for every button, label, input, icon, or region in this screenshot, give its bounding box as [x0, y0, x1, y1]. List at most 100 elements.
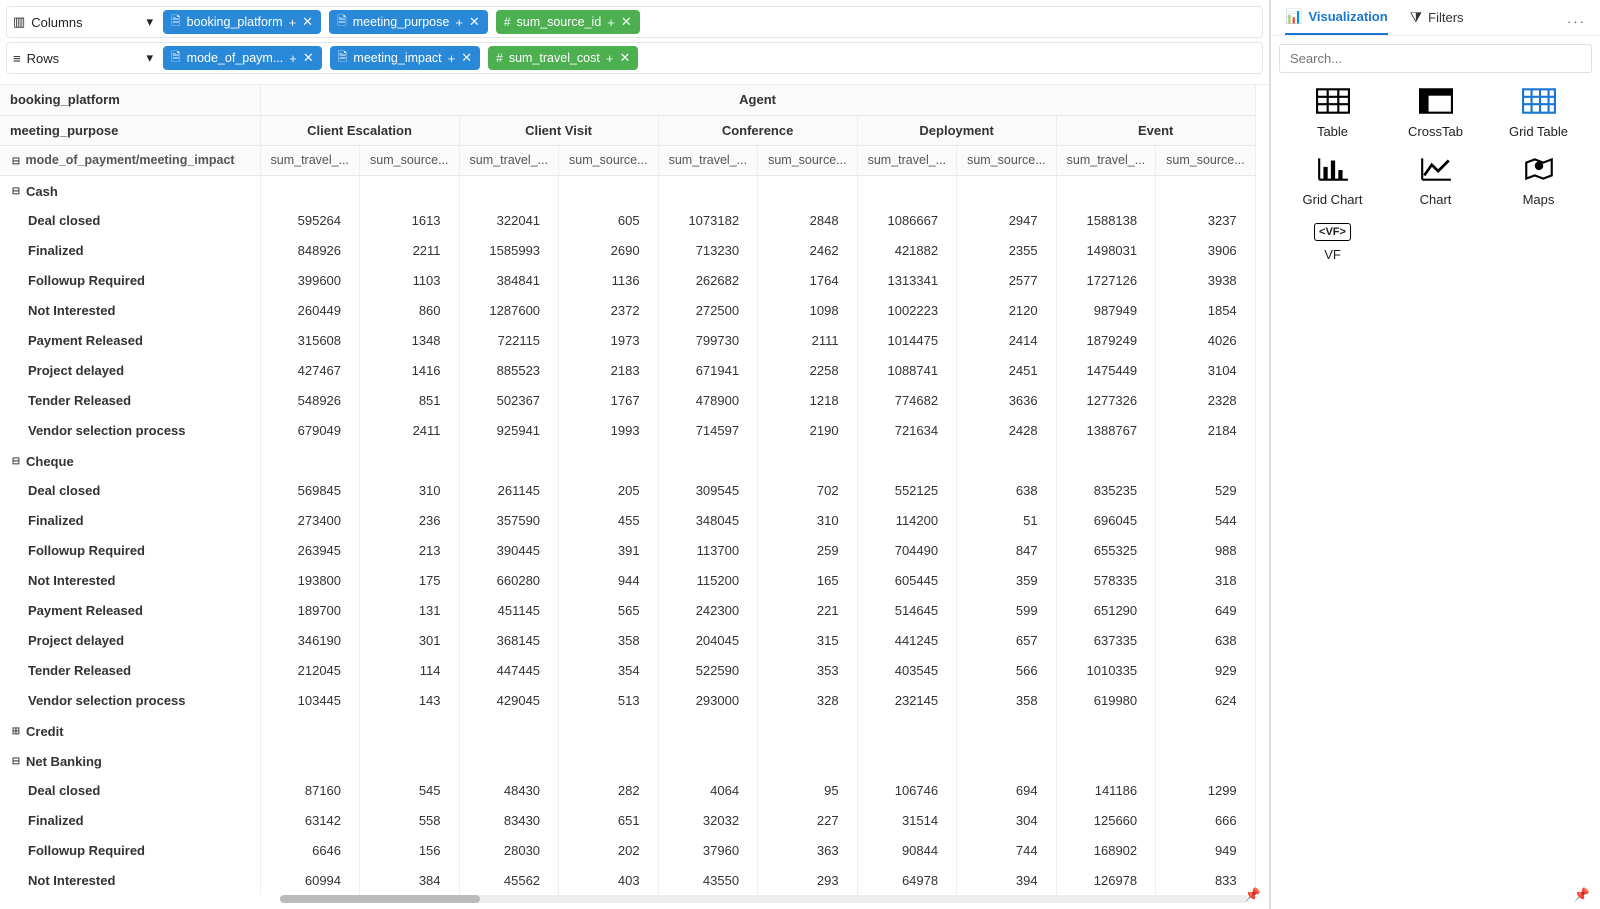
cell[interactable]: 131	[360, 595, 460, 625]
cell[interactable]: 1498031	[1056, 235, 1156, 265]
cell[interactable]: 427467	[260, 355, 360, 385]
cell[interactable]: 605445	[857, 565, 957, 595]
cell[interactable]: 263945	[260, 535, 360, 565]
col-group-agent[interactable]: Agent	[260, 85, 1255, 115]
cell[interactable]: 125660	[1056, 805, 1156, 835]
viz-chart[interactable]: Chart	[1384, 155, 1487, 207]
plus-icon[interactable]: +	[606, 51, 614, 66]
cell[interactable]: 126978	[1056, 865, 1156, 895]
cell[interactable]: 95	[758, 775, 858, 805]
cell[interactable]: 1764	[758, 265, 858, 295]
cell[interactable]: 384	[360, 865, 460, 895]
cell[interactable]: 721634	[857, 415, 957, 445]
cell[interactable]: 64978	[857, 865, 957, 895]
measure-header[interactable]: sum_source...	[957, 145, 1057, 175]
cell[interactable]: 2258	[758, 355, 858, 385]
row-leaf[interactable]: Finalized	[0, 235, 260, 265]
cell[interactable]: 2211	[360, 235, 460, 265]
tab-filters[interactable]: ⧩ Filters	[1410, 9, 1464, 34]
chevron-down-icon[interactable]: ▾	[146, 50, 153, 66]
cell[interactable]: 558	[360, 805, 460, 835]
cell[interactable]: 403545	[857, 655, 957, 685]
cell[interactable]: 671941	[658, 355, 758, 385]
cell[interactable]: 2120	[957, 295, 1057, 325]
cell[interactable]: 451145	[459, 595, 559, 625]
twisty-icon[interactable]: ⊟	[10, 756, 22, 767]
row-leaf[interactable]: Deal closed	[0, 475, 260, 505]
cell[interactable]: 354	[559, 655, 659, 685]
cell[interactable]: 221	[758, 595, 858, 625]
measure-header[interactable]: sum_source...	[559, 145, 659, 175]
row-leaf[interactable]: Not Interested	[0, 295, 260, 325]
viz-gridtable[interactable]: Grid Table	[1487, 87, 1590, 139]
row-leaf[interactable]: Deal closed	[0, 775, 260, 805]
cell[interactable]: 548926	[260, 385, 360, 415]
cell[interactable]: 429045	[459, 685, 559, 715]
measure-header[interactable]: sum_travel_...	[1056, 145, 1156, 175]
cell[interactable]: 1973	[559, 325, 659, 355]
cell[interactable]: 2428	[957, 415, 1057, 445]
cell[interactable]: 1879249	[1056, 325, 1156, 355]
cell[interactable]: 655325	[1056, 535, 1156, 565]
cell[interactable]: 595264	[260, 205, 360, 235]
row-group[interactable]: ⊟Cheque	[0, 445, 260, 475]
cell[interactable]: 43550	[658, 865, 758, 895]
cell[interactable]: 679049	[260, 415, 360, 445]
cell[interactable]: 2414	[957, 325, 1057, 355]
row-leaf[interactable]: Project delayed	[0, 355, 260, 385]
cell[interactable]: 702	[758, 475, 858, 505]
cell[interactable]: 657	[957, 625, 1057, 655]
cell[interactable]: 513	[559, 685, 659, 715]
close-icon[interactable]: ✕	[302, 14, 313, 30]
cell[interactable]: 262682	[658, 265, 758, 295]
cell[interactable]: 87160	[260, 775, 360, 805]
cell[interactable]: 301	[360, 625, 460, 655]
cell[interactable]: 2355	[957, 235, 1057, 265]
cell[interactable]: 168902	[1056, 835, 1156, 865]
cell[interactable]: 227	[758, 805, 858, 835]
cell[interactable]: 2190	[758, 415, 858, 445]
cell[interactable]: 51	[957, 505, 1057, 535]
pin-icon[interactable]: 📌	[1245, 887, 1261, 903]
row-leaf[interactable]: Finalized	[0, 505, 260, 535]
cell[interactable]: 156	[360, 835, 460, 865]
cell[interactable]: 637335	[1056, 625, 1156, 655]
cell[interactable]: 357590	[459, 505, 559, 535]
cell[interactable]: 272500	[658, 295, 758, 325]
row-group[interactable]: ⊞Credit	[0, 715, 260, 745]
cell[interactable]: 455	[559, 505, 659, 535]
cell[interactable]: 358	[559, 625, 659, 655]
cell[interactable]: 114200	[857, 505, 957, 535]
cell[interactable]: 106746	[857, 775, 957, 805]
cell[interactable]: 660280	[459, 565, 559, 595]
cell[interactable]: 390445	[459, 535, 559, 565]
cell[interactable]: 1086667	[857, 205, 957, 235]
cell[interactable]: 1348	[360, 325, 460, 355]
row-leaf[interactable]: Payment Released	[0, 325, 260, 355]
cell[interactable]: 90844	[857, 835, 957, 865]
col-group[interactable]: Client Visit	[459, 115, 658, 145]
measure-header[interactable]: sum_travel_...	[459, 145, 559, 175]
pill-sum_travel_cost[interactable]: # sum_travel_cost + ✕	[488, 46, 638, 70]
cell[interactable]: 944	[559, 565, 659, 595]
twisty-icon[interactable]: ⊟	[10, 456, 22, 467]
close-icon[interactable]: ✕	[621, 14, 632, 30]
cell[interactable]: 143	[360, 685, 460, 715]
cell[interactable]: 368145	[459, 625, 559, 655]
cell[interactable]: 4064	[658, 775, 758, 805]
row-leaf[interactable]: Payment Released	[0, 595, 260, 625]
cell[interactable]: 83430	[459, 805, 559, 835]
pill-meeting_purpose[interactable]: 🗎 meeting_purpose + ✕	[329, 10, 488, 34]
cell[interactable]: 1588138	[1056, 205, 1156, 235]
viz-maps[interactable]: Maps	[1487, 155, 1590, 207]
columns-label[interactable]: ▥ Columns ▾	[13, 14, 153, 30]
cell[interactable]: 282	[559, 775, 659, 805]
cell[interactable]: 1416	[360, 355, 460, 385]
cell[interactable]: 202	[559, 835, 659, 865]
cell[interactable]: 2411	[360, 415, 460, 445]
cell[interactable]: 293	[758, 865, 858, 895]
cell[interactable]: 1767	[559, 385, 659, 415]
cell[interactable]: 189700	[260, 595, 360, 625]
cell[interactable]: 565	[559, 595, 659, 625]
cell[interactable]: 848926	[260, 235, 360, 265]
